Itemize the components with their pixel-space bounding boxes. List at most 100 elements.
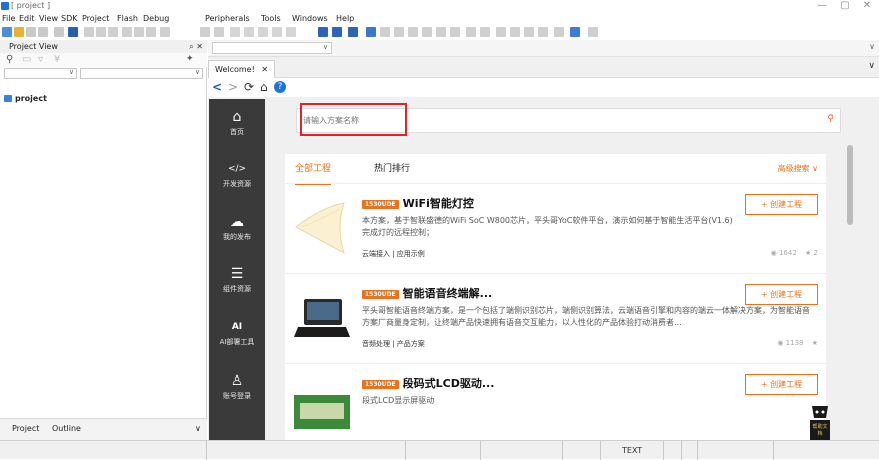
chip-icon[interactable] [538,27,548,37]
zoom-out-icon[interactable] [480,27,490,37]
sidebar-item-ai-deploy[interactable]: AI AI部署工具 [209,309,265,361]
close-button[interactable]: ✕ [857,0,877,12]
forward-icon[interactable]: > [228,80,238,95]
menu-peripherals[interactable]: Peripherals [205,12,250,25]
tab-hot-ranking[interactable]: 热门排行 [374,154,410,184]
link-icon[interactable] [524,27,534,37]
project-card[interactable]: 1530UDE 智能语音终端解... 平头哥智能语音终端方案，是一个包括了端侧识别… [285,275,826,364]
menu-help[interactable]: Help [336,12,354,25]
copy-icon[interactable] [96,27,106,37]
menu-project[interactable]: Project [82,12,109,25]
menu-file[interactable]: File [2,12,15,25]
plugin-icon[interactable] [510,27,520,37]
card-title[interactable]: 1530UDE 智能语音终端解... [362,285,492,301]
search-icon[interactable]: ⚲ [827,114,834,124]
vertical-scrollbar[interactable] [846,137,854,437]
zoom-in-icon[interactable] [466,27,476,37]
chevron-down-icon[interactable]: ∨ [868,61,875,71]
stop-icon[interactable] [436,27,446,37]
sidebar-item-dev-resources[interactable]: </> 开发资源 [209,151,265,203]
rebuild-icon[interactable] [380,27,390,37]
download-icon[interactable] [408,27,418,37]
card-title-text: 智能语音终端解... [402,287,493,300]
panel-pin-close-icon[interactable]: ⌕ ✕ [189,40,203,53]
maximize-button[interactable]: ▢ [835,0,855,12]
tab-outline[interactable]: Outline [52,419,81,439]
card-title[interactable]: 1530UDE WiFi智能灯控 [362,195,474,211]
bookmark-list-icon[interactable] [286,27,296,37]
menu-edit[interactable]: Edit [19,12,35,25]
create-project-button[interactable]: + 创建工程 [745,284,818,305]
delete-icon[interactable] [68,27,78,37]
back-icon[interactable]: < [212,80,222,95]
home-icon[interactable]: ⌂ [260,80,268,95]
target-select[interactable]: ∨ [80,68,203,79]
folder-icon[interactable]: ▭ [22,54,31,65]
menu-tools[interactable]: Tools [261,12,281,25]
bookmark-next-icon[interactable] [258,27,268,37]
tab-all-projects[interactable]: 全部工程 [295,154,332,186]
terminal-icon[interactable] [554,27,564,37]
menu-windows[interactable]: Windows [292,12,328,25]
bookmark-prev-icon[interactable] [244,27,254,37]
sidebar-item-home[interactable]: ⌂ 首页 [209,99,265,151]
paste-icon[interactable] [108,27,118,37]
undo-icon[interactable] [122,27,132,37]
menu-view[interactable]: View [39,12,58,25]
user-icon: ♙ [230,373,244,389]
debug-icon[interactable] [422,27,432,37]
advanced-search-link[interactable]: 高级搜索 ∨ [778,154,818,184]
find-in-files-icon[interactable] [332,27,342,37]
clean-icon[interactable] [394,27,404,37]
chevron-down-icon[interactable]: ∨ [195,419,201,439]
tab-welcome[interactable]: Welcome! ✕ [208,60,276,78]
tab-project[interactable]: Project [12,419,39,439]
create-project-button[interactable]: + 创建工程 [745,194,818,215]
sidebar-item-components[interactable]: ☰ 组件资源 [209,256,265,308]
find-icon[interactable] [318,27,328,37]
bookmark-clear-icon[interactable] [272,27,282,37]
close-icon[interactable]: ✕ [261,65,268,74]
redo-dropdown-icon[interactable] [160,27,170,37]
menu-sdk[interactable]: SDK [61,12,77,25]
build-icon[interactable] [366,27,376,37]
chevron-down-icon[interactable]: ∨ [869,42,875,51]
bookmark-icon[interactable] [230,27,240,37]
menu-debug[interactable]: Debug [143,12,169,25]
reset-icon[interactable] [450,27,460,37]
replace-icon[interactable] [348,27,358,37]
save-all-icon[interactable] [38,27,48,37]
create-project-button[interactable]: + 创建工程 [745,374,818,395]
star-icon[interactable] [588,27,598,37]
minimize-button[interactable]: — [812,0,832,12]
locate-icon[interactable]: ⚲ [6,54,13,65]
project-card[interactable]: 1530UDE 段码式LCD驱动... 段式LCD显示屏驱动 + 创建工程 [285,365,826,440]
document-select[interactable]: ∨ [212,42,332,54]
help-icon[interactable]: ? [274,81,286,93]
sidebar-item-my-publish[interactable]: ☁ 我的发布 [209,204,265,256]
cut-icon[interactable] [84,27,94,37]
git-icon[interactable] [570,27,580,37]
project-card[interactable]: 1530UDE WiFi智能灯控 本方案，基于智联盛德的WiFi SoC W800… [285,185,826,274]
open-icon[interactable] [14,27,24,37]
wand-icon[interactable]: ✦ [186,54,194,64]
floating-help-widget[interactable]: 帮助文档 [808,404,832,444]
pin-icon[interactable]: ¥ [54,54,60,65]
redo-icon[interactable] [146,27,156,37]
component-icon: ☰ [230,266,244,282]
scrollbar-thumb[interactable] [847,145,853,225]
settings-icon[interactable] [496,27,506,37]
menu-flash[interactable]: Flash [117,12,138,25]
new-icon[interactable] [2,27,12,37]
sidebar-item-login[interactable]: ♙ 账号登录 [209,363,265,415]
undo-dropdown-icon[interactable] [134,27,144,37]
refresh-icon[interactable]: ⟳ [244,80,254,95]
save-icon[interactable] [26,27,36,37]
card-title[interactable]: 1530UDE 段码式LCD驱动... [362,375,494,391]
print-icon[interactable] [54,27,64,37]
forward-nav-icon[interactable] [214,27,224,37]
tree-item-project[interactable]: project [4,94,47,103]
filter-icon[interactable]: ▿ [38,54,43,65]
back-nav-icon[interactable] [200,27,210,37]
config-select[interactable]: ∨ [4,68,77,79]
